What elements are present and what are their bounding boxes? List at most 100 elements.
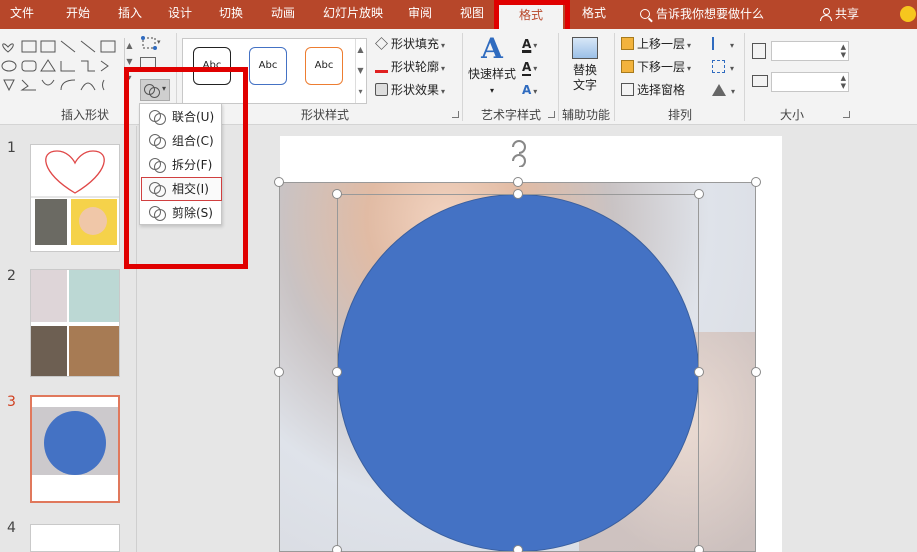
align-button[interactable]: ▾	[712, 34, 734, 54]
shape-effects-button[interactable]: 形状效果 ▾	[375, 80, 445, 100]
resize-handle[interactable]	[513, 189, 523, 199]
resize-handle[interactable]	[513, 545, 523, 552]
slide-1-preview	[31, 150, 119, 245]
tab-file[interactable]: 文件	[0, 0, 44, 29]
tell-me-search[interactable]: 告诉我你想要做什么	[640, 0, 764, 29]
group-label-wordart: 艺术字样式	[480, 108, 541, 122]
smiley-feedback-icon[interactable]	[900, 6, 916, 22]
bring-forward-icon	[621, 37, 634, 50]
text-fill-button[interactable]: A ▾	[522, 34, 537, 54]
menu-item-label: 联合(U)	[172, 110, 215, 124]
slide-thumbnail-2[interactable]	[30, 269, 120, 377]
quick-styles-button[interactable]: A 快速样式 ▾	[466, 35, 518, 98]
text-effects-icon: A	[522, 83, 532, 97]
tab-view[interactable]: 视图	[450, 0, 494, 29]
resize-handle[interactable]	[694, 189, 704, 199]
fragment-icon	[149, 158, 166, 173]
send-backward-icon	[621, 60, 634, 73]
tab-transitions[interactable]: 切换	[209, 0, 253, 29]
slide-thumbnail-4[interactable]	[30, 524, 120, 552]
shapes-gallery[interactable]	[0, 38, 130, 96]
slide-number: 2	[7, 268, 16, 284]
group-separator	[614, 33, 615, 121]
scroll-up-icon: ▲	[126, 41, 133, 50]
shape-outline-label: 形状轮廓	[391, 60, 440, 74]
resize-handle[interactable]	[751, 367, 761, 377]
menu-item-union[interactable]: 联合(U)	[142, 106, 221, 128]
menu-item-intersect[interactable]: 相交(I)	[141, 177, 222, 201]
share-button[interactable]: 共享	[820, 0, 859, 29]
combine-icon	[149, 134, 166, 149]
send-backward-label: 下移一层	[637, 60, 686, 74]
group-label-accessibility: 辅助功能	[561, 108, 610, 122]
tell-me-text: 告诉我你想要做什么	[656, 7, 765, 21]
merge-shapes-button[interactable]: ▾	[140, 79, 170, 101]
edit-shape-icon[interactable]: ▾	[140, 35, 162, 53]
merge-shapes-menu: 联合(U) 组合(C) 拆分(F) 相交(I) 剪除(S)	[139, 103, 222, 225]
chevron-down-icon: ▾	[441, 41, 446, 50]
tab-home[interactable]: 开始	[56, 0, 100, 29]
shape-fill-label: 形状填充	[391, 37, 440, 51]
style-thumb-2[interactable]: Abc	[249, 47, 287, 85]
style-thumb-3[interactable]: Abc	[305, 47, 343, 85]
slide-thumbnail-1[interactable]	[30, 144, 120, 252]
dialog-launcher-icon[interactable]	[452, 111, 459, 118]
chevron-down-icon: ▾	[687, 64, 692, 73]
quick-styles-label: 快速样式	[467, 67, 516, 81]
scroll-down-icon: ▼	[126, 57, 133, 66]
resize-handle[interactable]	[274, 177, 284, 187]
slide-thumbnail-3[interactable]	[30, 395, 120, 503]
shapes-gallery-scroll[interactable]: ▲ ▼ ▾	[124, 38, 134, 88]
menu-item-label: 拆分(F)	[172, 158, 213, 172]
tab-animations[interactable]: 动画	[261, 0, 305, 29]
shape-width-input[interactable]: ▲ ▼	[771, 72, 849, 92]
chevron-down-icon: ▾	[730, 64, 735, 73]
selection-pane-button[interactable]: 选择窗格	[621, 80, 685, 100]
resize-handle[interactable]	[332, 189, 342, 199]
tab-format-active[interactable]: 格式	[499, 0, 563, 29]
dialog-launcher-icon[interactable]	[548, 111, 555, 118]
tab-slideshow[interactable]: 幻灯片放映	[316, 0, 390, 29]
shape-styles-gallery[interactable]: Abc Abc Abc	[182, 38, 367, 104]
shape-height-input[interactable]: ▲ ▼	[771, 41, 849, 61]
menu-item-fragment[interactable]: 拆分(F)	[142, 154, 221, 176]
alt-text-button[interactable]: 替换 文字	[562, 37, 608, 93]
resize-handle[interactable]	[694, 367, 704, 377]
group-objects-button[interactable]: ▾	[712, 57, 734, 77]
menu-item-combine[interactable]: 组合(C)	[142, 130, 221, 152]
shape-fill-button[interactable]: 形状填充 ▾	[375, 34, 445, 54]
selection-pane-label: 选择窗格	[637, 83, 686, 97]
slide-number: 1	[7, 140, 16, 156]
text-box-icon[interactable]	[140, 57, 156, 71]
svg-text:▾: ▾	[157, 38, 161, 46]
resize-handle[interactable]	[332, 545, 342, 552]
text-outline-icon: A	[522, 60, 532, 76]
chevron-down-icon: ▾	[533, 64, 538, 73]
text-effects-button[interactable]: A ▾	[522, 80, 537, 100]
menu-item-subtract[interactable]: 剪除(S)	[142, 202, 221, 224]
union-icon	[149, 110, 166, 125]
menu-item-label: 组合(C)	[172, 134, 214, 148]
style-thumb-1[interactable]: Abc	[193, 47, 231, 85]
rotate-button[interactable]: ▾	[712, 80, 735, 100]
text-outline-button[interactable]: A ▾	[522, 57, 537, 77]
bring-forward-button[interactable]: 上移一层 ▾	[621, 34, 691, 54]
resize-handle[interactable]	[332, 367, 342, 377]
resize-handle[interactable]	[694, 545, 704, 552]
rotate-handle-icon[interactable]	[509, 137, 529, 167]
tab-design[interactable]: 设计	[158, 0, 202, 29]
align-icon	[712, 37, 725, 50]
gallery-more-icon: ▾	[358, 87, 363, 96]
dialog-launcher-icon[interactable]	[843, 111, 850, 118]
group-label-shape-styles: 形状样式	[300, 108, 349, 122]
send-backward-button[interactable]: 下移一层 ▾	[621, 57, 691, 77]
resize-handle[interactable]	[274, 367, 284, 377]
resize-handle[interactable]	[513, 177, 523, 187]
shape-styles-scroll[interactable]: ▲ ▼ ▾	[355, 39, 365, 103]
tab-insert[interactable]: 插入	[108, 0, 152, 29]
tab-format[interactable]: 格式	[572, 0, 616, 29]
tab-review[interactable]: 审阅	[398, 0, 442, 29]
resize-handle[interactable]	[751, 177, 761, 187]
shapes-gallery-icons	[1, 40, 116, 92]
shape-outline-button[interactable]: 形状轮廓 ▾	[375, 57, 445, 77]
